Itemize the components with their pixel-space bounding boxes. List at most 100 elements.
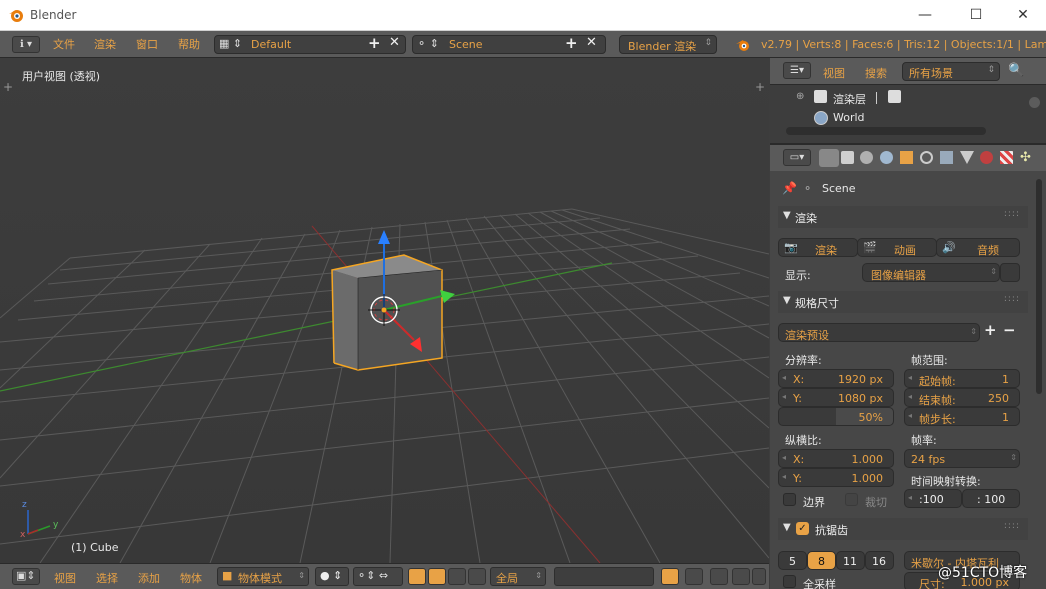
- delete-layout-icon[interactable]: ✕: [389, 35, 400, 50]
- aspect-y-label: Y:: [793, 472, 802, 485]
- editor-type-outliner-icon[interactable]: ☰▾: [783, 62, 811, 79]
- menu-help[interactable]: 帮助: [178, 36, 200, 54]
- dimensions-panel-title: 规格尺寸: [795, 297, 839, 310]
- pivot-selector[interactable]: ⚬⇕ ⇔: [353, 567, 403, 586]
- crop-label: 裁切: [865, 496, 887, 509]
- outliner-item-world[interactable]: World: [833, 111, 865, 124]
- resolution-percentage-slider[interactable]: 50%: [778, 407, 894, 426]
- expand-icon[interactable]: ⊕: [796, 91, 804, 102]
- rotate-manipulator-icon[interactable]: [448, 568, 466, 585]
- render-layers-tab-icon[interactable]: [841, 151, 854, 164]
- scene-tab-icon[interactable]: [860, 151, 873, 164]
- audio-button[interactable]: 🔊 音频: [936, 238, 1020, 257]
- scroll-indicator[interactable]: [1029, 97, 1040, 108]
- chevron-updown-icon: ⇕: [704, 38, 712, 48]
- manipulator-toggle-icon[interactable]: [408, 568, 426, 585]
- menu-window[interactable]: 窗口: [136, 36, 158, 54]
- aa-samples-8[interactable]: 8: [807, 551, 836, 570]
- add-layout-icon[interactable]: +: [368, 34, 381, 52]
- lock-camera-icon[interactable]: [661, 568, 679, 585]
- drag-handle-icon[interactable]: ::::: [1004, 521, 1020, 531]
- aa-samples-5[interactable]: 5: [778, 551, 807, 570]
- display-mode-selector[interactable]: 图像编辑器 ⇕: [862, 263, 1000, 282]
- world-tab-icon[interactable]: [880, 151, 893, 164]
- frame-end-field[interactable]: ◂ 结束帧: 250: [904, 388, 1020, 407]
- constraints-tab-icon[interactable]: [920, 151, 933, 164]
- render-tab-icon[interactable]: [819, 149, 839, 167]
- layer-buttons[interactable]: [554, 567, 654, 586]
- data-tab-icon[interactable]: [960, 151, 974, 164]
- resolution-x-field[interactable]: ◂ X: 1920 px: [778, 369, 894, 388]
- viewport-scene[interactable]: + +: [0, 58, 769, 563]
- render-engine-selector[interactable]: Blender 渲染 ⇕: [619, 35, 717, 54]
- frame-rate-selector[interactable]: 24 fps ⇕: [904, 449, 1020, 468]
- object-tab-icon[interactable]: [900, 151, 913, 164]
- outliner-menu-search[interactable]: 搜索: [865, 65, 887, 83]
- texture-tab-icon[interactable]: [1000, 151, 1013, 164]
- frame-start-field[interactable]: ◂ 起始帧: 1: [904, 369, 1020, 388]
- antialiasing-panel-header[interactable]: ▼ ✓ 抗锯齿 ::::: [778, 518, 1028, 540]
- resolution-x-label: X:: [793, 373, 805, 386]
- material-tab-icon[interactable]: [980, 151, 993, 164]
- aa-samples-16[interactable]: 16: [865, 551, 894, 570]
- render-animation-button[interactable]: 🎬 动画: [857, 238, 937, 257]
- layout-grid-icon: ▦ ⇕: [219, 37, 243, 50]
- resolution-y-field[interactable]: ◂ Y: 1080 px: [778, 388, 894, 407]
- close-button[interactable]: ✕: [1000, 0, 1046, 31]
- add-preset-icon[interactable]: +: [984, 321, 997, 339]
- crop-checkbox[interactable]: [845, 493, 858, 506]
- dimensions-panel-header[interactable]: ▼ 规格尺寸 ::::: [778, 291, 1028, 313]
- render-presets-selector[interactable]: 渲染预设 ⇕: [778, 323, 980, 342]
- search-icon[interactable]: 🔍: [1008, 63, 1024, 78]
- remove-preset-icon[interactable]: −: [1003, 321, 1016, 339]
- render-panel-header[interactable]: ▼ 渲染 ::::: [778, 206, 1028, 228]
- modifiers-tab-icon[interactable]: [940, 151, 953, 164]
- aa-samples-11[interactable]: 11: [836, 551, 865, 570]
- scale-manipulator-icon[interactable]: [468, 568, 486, 585]
- menu-select[interactable]: 选择: [96, 570, 118, 586]
- maximize-button[interactable]: ☐: [953, 0, 999, 31]
- transform-orientation-selector[interactable]: 全局 ⇕: [490, 567, 546, 586]
- outliner-item-render-layers[interactable]: 渲染层: [833, 91, 866, 107]
- translate-manipulator-icon[interactable]: [428, 568, 446, 585]
- physics-tab-icon[interactable]: ✣: [1020, 150, 1031, 165]
- snap-icon[interactable]: [732, 568, 750, 585]
- menu-add[interactable]: 添加: [138, 570, 160, 586]
- editor-type-3d-icon[interactable]: ▣⇕: [12, 568, 40, 585]
- editor-type-info-icon[interactable]: ℹ ▾: [12, 36, 40, 53]
- aspect-y-field[interactable]: ◂ Y: 1.000: [778, 468, 894, 487]
- window-title: Blender: [30, 8, 77, 22]
- vertical-scrollbar[interactable]: [1036, 179, 1042, 394]
- border-checkbox[interactable]: [783, 493, 796, 506]
- time-remap-old-field[interactable]: ◂ :100: [904, 489, 962, 508]
- editor-type-properties-icon[interactable]: ▭▾: [783, 149, 811, 166]
- snap-target-icon[interactable]: [752, 568, 766, 585]
- render-still-button[interactable]: 📷 渲染: [778, 238, 858, 257]
- pin-icon[interactable]: 📌: [782, 181, 797, 195]
- menu-file[interactable]: 文件: [53, 36, 75, 54]
- outliner[interactable]: ⊕ 渲染层 World: [770, 85, 1046, 141]
- render-preview-icon[interactable]: [685, 568, 703, 585]
- time-remap-new-field[interactable]: : 100: [962, 489, 1020, 508]
- minimize-button[interactable]: —: [902, 0, 948, 31]
- add-scene-icon[interactable]: +: [565, 34, 578, 52]
- outliner-display-mode[interactable]: 所有场景 ⇕: [902, 62, 1000, 81]
- lock-interface-icon[interactable]: [1000, 263, 1020, 282]
- interaction-mode-selector[interactable]: ■ 物体模式 ⇕: [217, 567, 309, 586]
- viewport-shading-selector[interactable]: ● ⇕: [315, 567, 349, 586]
- full-sample-checkbox[interactable]: [783, 575, 796, 588]
- menu-render[interactable]: 渲染: [94, 36, 116, 54]
- menu-view[interactable]: 视图: [54, 570, 76, 586]
- properties-editor[interactable]: 📌 ⚬ Scene ▼ 渲染 :::: 📷 渲染 🎬 动画 🔊 音频 显示: 图…: [770, 171, 1046, 589]
- menu-object[interactable]: 物体: [180, 570, 202, 586]
- delete-scene-icon[interactable]: ✕: [586, 35, 597, 50]
- drag-handle-icon[interactable]: ::::: [1004, 209, 1020, 219]
- frame-step-field[interactable]: ◂ 帧步长: 1: [904, 407, 1020, 426]
- aspect-x-field[interactable]: ◂ X: 1.000: [778, 449, 894, 468]
- outliner-menu-view[interactable]: 视图: [823, 65, 845, 83]
- 3d-viewport[interactable]: + + 用户视图 (透视) (1) Cube z y x: [0, 58, 769, 563]
- antialiasing-checkbox[interactable]: ✓: [796, 522, 809, 535]
- proportional-edit-icon[interactable]: [710, 568, 728, 585]
- drag-handle-icon[interactable]: ::::: [1004, 294, 1020, 304]
- horizontal-scrollbar[interactable]: [786, 127, 986, 135]
